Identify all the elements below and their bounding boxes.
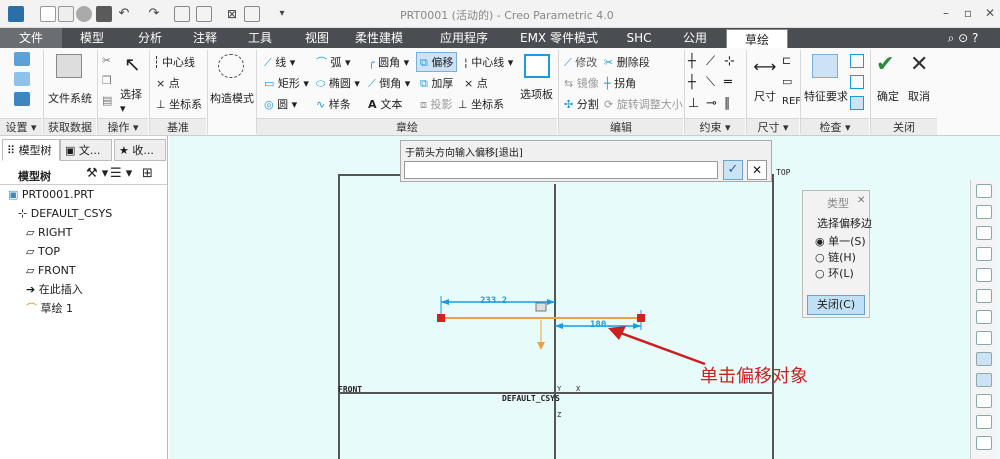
- dim-arrow-left: [441, 299, 449, 305]
- annotation-arrow-line: [617, 330, 706, 366]
- accept-check-button[interactable]: ✓: [723, 160, 743, 180]
- right-toolbar: [970, 180, 996, 459]
- plane-label-front: FRONT: [338, 385, 363, 394]
- zoom-in-icon[interactable]: [976, 205, 992, 219]
- csys-label: DEFAULT_CSYS: [502, 394, 560, 403]
- sketch-view-icon[interactable]: [976, 268, 992, 282]
- offset-prompt: 于箭头方向输入偏移[退出] ✓ ✕: [400, 140, 772, 182]
- annotation-text: 单击偏移对象: [700, 366, 808, 387]
- option-single[interactable]: ◉ 单一(S): [815, 233, 866, 249]
- axis-label-y: Y: [557, 385, 562, 393]
- axis-label-z: Z: [557, 411, 562, 419]
- dim-arrow-right: [547, 299, 555, 305]
- center-glyph: [535, 302, 547, 312]
- type-dialog-close-icon[interactable]: ✕: [857, 195, 865, 206]
- constraint-display-icon[interactable]: [976, 373, 992, 387]
- offset-edge-section: 选择偏移边: [817, 217, 872, 230]
- radio-loop[interactable]: ○: [815, 267, 828, 280]
- dim-arrow-2-right: [633, 323, 641, 329]
- endpoint-handle-right: [637, 314, 645, 322]
- axis-label-x: X: [576, 385, 581, 393]
- annotation-display-icon[interactable]: [976, 436, 992, 450]
- type-dialog-title: 类型: [827, 197, 849, 210]
- cancel-x-button[interactable]: ✕: [747, 160, 767, 180]
- option-chain[interactable]: ○ 链(H): [815, 249, 856, 265]
- radio-chain[interactable]: ○: [815, 251, 828, 264]
- radio-single[interactable]: ◉: [815, 235, 828, 248]
- repaint-icon[interactable]: [976, 247, 992, 261]
- saved-orientations-icon[interactable]: [976, 310, 992, 324]
- dim-arrow-2-left: [555, 323, 563, 329]
- grid-display-icon[interactable]: [976, 394, 992, 408]
- offset-value-input[interactable]: [404, 161, 718, 179]
- dimension-value-2[interactable]: 180.: [590, 320, 612, 330]
- dimension-value-1[interactable]: 233.2: [480, 296, 507, 306]
- vertex-display-icon[interactable]: [976, 415, 992, 429]
- option-loop[interactable]: ○ 环(L): [815, 265, 854, 281]
- offset-direction-arrowhead: [537, 342, 545, 350]
- prompt-label: 于箭头方向输入偏移[退出]: [405, 148, 523, 159]
- refit-icon[interactable]: [976, 184, 992, 198]
- type-dialog: 类型 ✕ 选择偏移边 ◉ 单一(S) ○ 链(H) ○ 环(L) 关闭(C): [802, 190, 872, 318]
- close-dialog-button[interactable]: 关闭(C): [807, 295, 865, 315]
- plane-label-top: TOP: [776, 168, 791, 177]
- datum-display-icon[interactable]: [976, 331, 992, 345]
- dimension-display-icon[interactable]: [976, 352, 992, 366]
- endpoint-handle-left: [437, 314, 445, 322]
- display-style-side-icon[interactable]: [976, 289, 992, 303]
- zoom-out-icon[interactable]: [976, 226, 992, 240]
